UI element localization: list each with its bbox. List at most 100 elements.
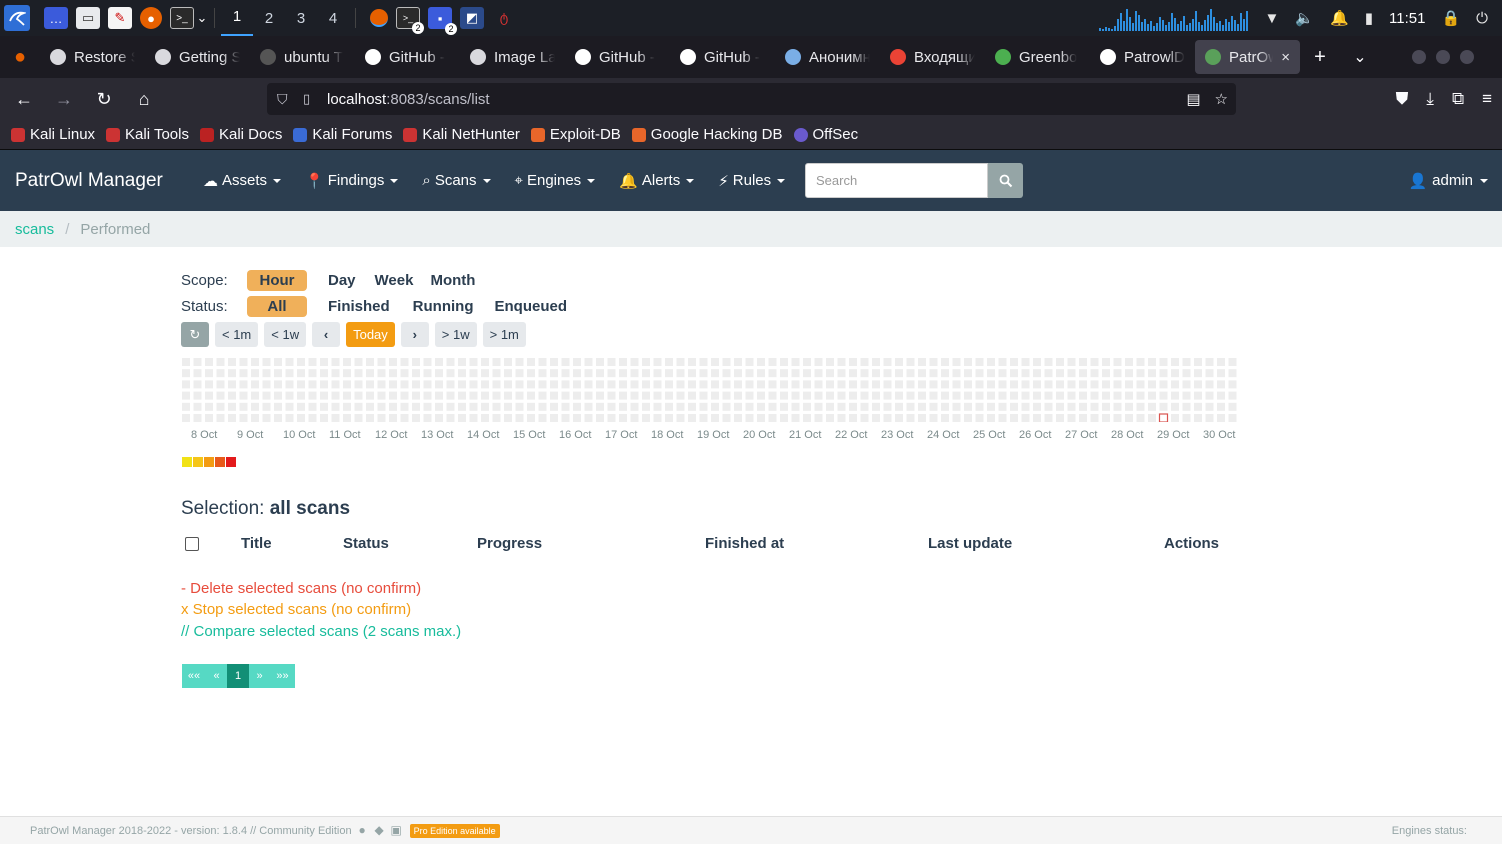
heatmap-cell[interactable]: [182, 391, 190, 400]
battery-icon[interactable]: ▮: [1365, 9, 1373, 27]
heatmap-cell[interactable]: [1228, 380, 1237, 389]
status-all-button[interactable]: All: [247, 296, 307, 317]
heatmap-cell[interactable]: [446, 380, 455, 389]
heatmap-cell[interactable]: [469, 369, 478, 378]
heatmap-cell[interactable]: [757, 402, 765, 411]
heatmap-cell[interactable]: [515, 402, 524, 411]
heatmap-cell[interactable]: [182, 414, 190, 422]
close-tab-icon[interactable]: ×: [1281, 49, 1290, 66]
heatmap-cell[interactable]: [699, 391, 708, 400]
heatmap-cell[interactable]: [1102, 414, 1110, 422]
heatmap-cell[interactable]: [458, 414, 466, 422]
browser-tab[interactable]: PatrowlD: [1090, 40, 1195, 74]
heatmap-cell[interactable]: [1033, 414, 1041, 422]
heatmap-cell[interactable]: [492, 358, 501, 366]
pager-prev[interactable]: «: [206, 664, 227, 688]
heatmap-cell[interactable]: [780, 380, 788, 389]
heatmap-cell[interactable]: [998, 414, 1007, 422]
heatmap-cell[interactable]: [860, 414, 869, 422]
browser-tab[interactable]: Входящи: [880, 40, 985, 74]
heatmap-cell[interactable]: [343, 402, 351, 411]
heatmap-cell[interactable]: [573, 391, 581, 400]
heatmap-cell[interactable]: [573, 358, 581, 366]
heatmap-cell[interactable]: [895, 358, 903, 366]
heatmap-cell[interactable]: [193, 414, 202, 422]
heatmap-cell[interactable]: [193, 391, 202, 400]
status-running-button[interactable]: Running: [413, 298, 474, 315]
heatmap-cell[interactable]: [561, 414, 570, 422]
heatmap-cell-current[interactable]: [1158, 413, 1169, 422]
heatmap-cell[interactable]: [768, 380, 777, 389]
heatmap-cell[interactable]: [780, 402, 788, 411]
heatmap-cell[interactable]: [941, 391, 949, 400]
heatmap-cell[interactable]: [550, 380, 558, 389]
column-progress[interactable]: Progress: [477, 535, 542, 552]
heatmap-cell[interactable]: [331, 402, 340, 411]
heatmap-cell[interactable]: [435, 358, 443, 366]
heatmap-cell[interactable]: [228, 358, 236, 366]
heatmap-cell[interactable]: [1044, 414, 1053, 422]
heatmap-cell[interactable]: [653, 358, 662, 366]
heatmap-cell[interactable]: [308, 414, 317, 422]
heatmap-cell[interactable]: [975, 369, 984, 378]
heatmap-cell[interactable]: [619, 402, 627, 411]
heatmap-cell[interactable]: [929, 414, 938, 422]
heatmap-cell[interactable]: [331, 391, 340, 400]
heatmap-cell[interactable]: [504, 414, 512, 422]
heatmap-cell[interactable]: [780, 369, 788, 378]
heatmap-cell[interactable]: [906, 402, 915, 411]
heatmap-cell[interactable]: [699, 369, 708, 378]
back-week-button[interactable]: < 1w: [264, 322, 307, 347]
heatmap-cell[interactable]: [849, 358, 857, 366]
heatmap-cell[interactable]: [803, 402, 811, 411]
heatmap-cell[interactable]: [895, 402, 903, 411]
heatmap-cell[interactable]: [860, 358, 869, 366]
heatmap-cell[interactable]: [389, 380, 397, 389]
heatmap-cell[interactable]: [205, 414, 213, 422]
heatmap-cell[interactable]: [987, 402, 995, 411]
heatmap-cell[interactable]: [1194, 414, 1202, 422]
firefox-icon[interactable]: ●: [140, 7, 162, 29]
heatmap-cell[interactable]: [377, 391, 386, 400]
heatmap-cell[interactable]: [584, 391, 593, 400]
heatmap-cell[interactable]: [998, 380, 1007, 389]
heatmap-cell[interactable]: [883, 402, 892, 411]
heatmap-cell[interactable]: [205, 380, 213, 389]
heatmap-cell[interactable]: [1033, 402, 1041, 411]
heatmap-cell[interactable]: [320, 358, 328, 366]
show-desktop-icon[interactable]: …: [44, 7, 68, 29]
back-arrow-icon[interactable]: ←: [6, 89, 42, 110]
heatmap-cell[interactable]: [297, 358, 305, 366]
heatmap-cell[interactable]: [515, 358, 524, 366]
heatmap-cell[interactable]: [182, 369, 190, 378]
heatmap-cell[interactable]: [768, 391, 777, 400]
heatmap-cell[interactable]: [1125, 414, 1133, 422]
heatmap-cell[interactable]: [274, 414, 282, 422]
heatmap-cell[interactable]: [699, 402, 708, 411]
heatmap-cell[interactable]: [987, 391, 995, 400]
heatmap-cell[interactable]: [377, 380, 386, 389]
heatmap-cell[interactable]: [883, 369, 892, 378]
file-manager-icon[interactable]: ▭: [76, 7, 100, 29]
heatmap-cell[interactable]: [722, 414, 731, 422]
heatmap-cell[interactable]: [941, 369, 949, 378]
delete-selected-scans-link[interactable]: - Delete selected scans (no confirm): [181, 580, 421, 597]
heatmap-cell[interactable]: [1159, 391, 1168, 400]
previous-button[interactable]: ‹: [312, 322, 341, 347]
heatmap-cell[interactable]: [918, 402, 926, 411]
heatmap-cell[interactable]: [481, 414, 489, 422]
heatmap-cell[interactable]: [1125, 380, 1133, 389]
heatmap-cell[interactable]: [389, 414, 397, 422]
heatmap-cell[interactable]: [630, 414, 639, 422]
heatmap-cell[interactable]: [308, 391, 317, 400]
heatmap-cell[interactable]: [550, 391, 558, 400]
heatmap-cell[interactable]: [1010, 380, 1018, 389]
search-button[interactable]: [988, 163, 1023, 198]
heatmap-cell[interactable]: [941, 380, 949, 389]
heatmap-cell[interactable]: [964, 414, 972, 422]
search-input[interactable]: [805, 163, 988, 198]
heatmap-cell[interactable]: [998, 358, 1007, 366]
new-tab-button[interactable]: +: [1300, 46, 1340, 69]
heatmap-cell[interactable]: [918, 380, 926, 389]
heatmap-cell[interactable]: [1205, 369, 1214, 378]
